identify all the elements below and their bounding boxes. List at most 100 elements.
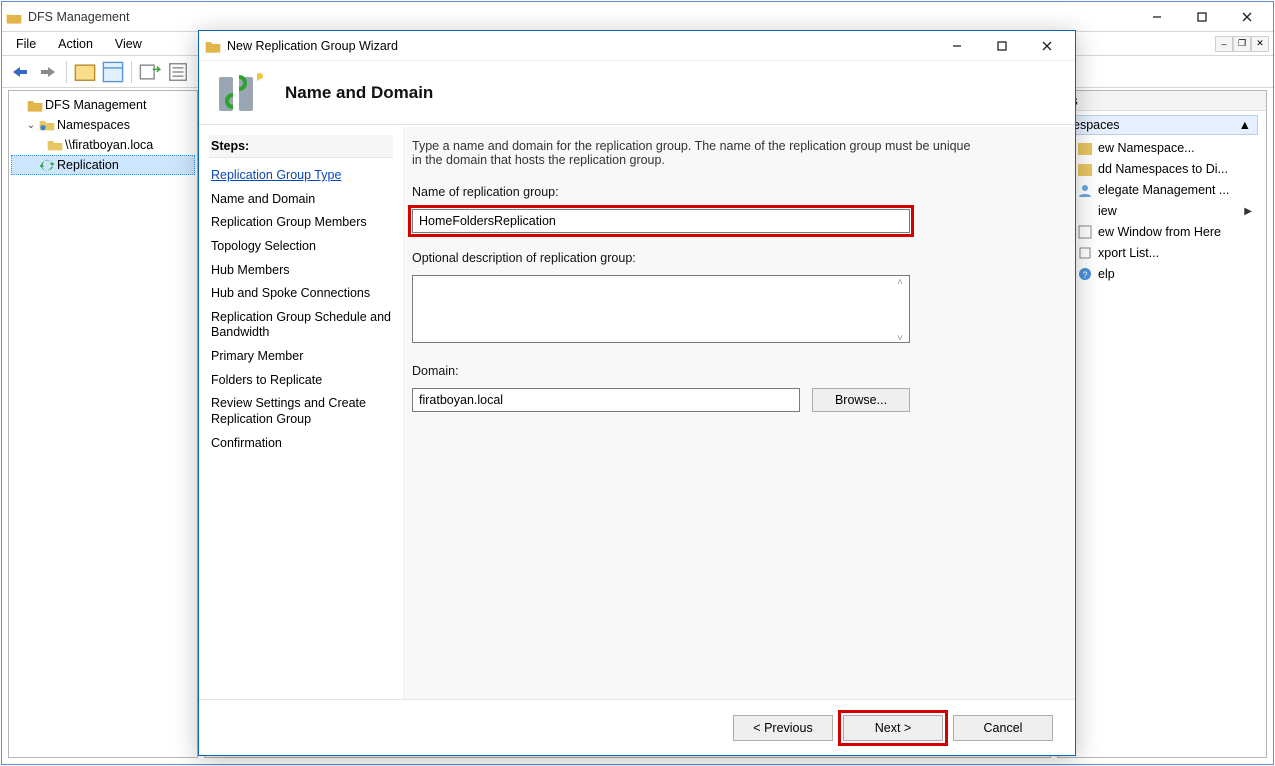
action-export-list[interactable]: xport List... [1076, 244, 1254, 262]
tree-namespaces-label: Namespaces [57, 118, 130, 132]
dfs-icon [27, 97, 43, 113]
action-new-window[interactable]: ew Window from Here [1076, 223, 1254, 241]
actions-pane: ns espaces ▲ ew Namespace... dd Namespac… [1057, 90, 1267, 758]
back-button[interactable] [8, 60, 32, 84]
collapse-icon: ▲ [1239, 118, 1251, 132]
wizard-form: Type a name and domain for the replicati… [403, 127, 1075, 699]
mdi-close[interactable]: ✕ [1251, 36, 1269, 52]
tool-btn-1[interactable] [73, 60, 97, 84]
tree-replication-label: Replication [57, 158, 119, 172]
toolbar-sep-1 [66, 61, 67, 83]
tool-btn-2[interactable] [101, 60, 125, 84]
menu-file[interactable]: File [6, 35, 46, 53]
mdi-buttons: – ❐ ✕ [1215, 36, 1269, 52]
mdi-minimize[interactable]: – [1215, 36, 1233, 52]
maximize-button[interactable] [1179, 3, 1224, 31]
action-help[interactable]: ? elp [1076, 265, 1254, 283]
actions-section-label: espaces [1073, 118, 1120, 132]
wizard-maximize-button[interactable] [979, 32, 1024, 60]
action-delegate[interactable]: elegate Management ... [1076, 181, 1254, 199]
wizard-titlebar: New Replication Group Wizard [199, 31, 1075, 61]
minimize-button[interactable] [1134, 3, 1179, 31]
user-icon [1078, 183, 1092, 197]
wizard-close-button[interactable] [1024, 32, 1069, 60]
chevron-down-icon: ⌄ [25, 120, 37, 131]
svg-text:?: ? [1082, 270, 1087, 280]
wizard-dialog: New Replication Group Wizard Name and Do… [198, 30, 1076, 756]
action-label: ew Namespace... [1098, 141, 1195, 155]
chevron-right-icon: ▶ [1244, 206, 1252, 217]
wizard-heading: Name and Domain [285, 83, 433, 103]
description-textarea[interactable] [412, 275, 910, 343]
help-icon: ? [1078, 267, 1092, 281]
action-label: elegate Management ... [1098, 183, 1229, 197]
actions-header: ns [1058, 91, 1266, 111]
wizard-window-buttons [934, 32, 1069, 60]
action-label: xport List... [1098, 246, 1159, 260]
steps-title: Steps: [209, 135, 393, 158]
action-label: dd Namespaces to Di... [1098, 162, 1228, 176]
export-icon [1078, 246, 1092, 260]
step-folders[interactable]: Folders to Replicate [209, 369, 393, 393]
step-hub-members[interactable]: Hub Members [209, 259, 393, 283]
domain-input[interactable] [412, 388, 800, 412]
wizard-body: Steps: Replication Group Type Name and D… [199, 127, 1075, 699]
tree-replication[interactable]: Replication [11, 155, 195, 175]
step-primary[interactable]: Primary Member [209, 345, 393, 369]
browse-button[interactable]: Browse... [812, 388, 910, 412]
action-add-namespaces[interactable]: dd Namespaces to Di... [1076, 160, 1254, 178]
forward-button[interactable] [36, 60, 60, 84]
namespaces-icon [39, 117, 55, 133]
wizard-header-icon [213, 67, 265, 119]
wizard-icon [205, 38, 221, 54]
replication-icon [39, 157, 55, 173]
wizard-steps: Steps: Replication Group Type Name and D… [199, 127, 403, 699]
wizard-minimize-button[interactable] [934, 32, 979, 60]
actions-list: ew Namespace... dd Namespaces to Di... e… [1066, 135, 1258, 289]
tree-namespaces[interactable]: ⌄ Namespaces [11, 115, 195, 135]
step-confirmation[interactable]: Confirmation [209, 432, 393, 456]
namespace-icon [1078, 141, 1092, 155]
tree-root[interactable]: DFS Management [11, 95, 195, 115]
label-group-name: Name of replication group: [412, 185, 1047, 199]
close-button[interactable] [1224, 3, 1269, 31]
menu-view[interactable]: View [105, 35, 152, 53]
step-schedule[interactable]: Replication Group Schedule and Bandwidth [209, 306, 393, 345]
toolbar-sep-2 [131, 61, 132, 83]
main-titlebar: DFS Management [2, 2, 1273, 32]
main-title: DFS Management [28, 10, 1128, 24]
replication-group-name-input[interactable] [412, 209, 910, 233]
step-topology[interactable]: Topology Selection [209, 235, 393, 259]
mdi-restore[interactable]: ❐ [1233, 36, 1251, 52]
main-window-buttons [1134, 3, 1269, 31]
step-hub-spoke[interactable]: Hub and Spoke Connections [209, 282, 393, 306]
actions-section-namespaces[interactable]: espaces ▲ [1066, 115, 1258, 135]
tree-namespace-item-label: \\firatboyan.loca [65, 138, 153, 152]
previous-button[interactable]: < Previous [733, 715, 833, 741]
step-name-and-domain[interactable]: Name and Domain [209, 188, 393, 212]
wizard-header: Name and Domain [199, 61, 1075, 125]
action-new-namespace[interactable]: ew Namespace... [1076, 139, 1254, 157]
tree-namespace-item[interactable]: \\firatboyan.loca [11, 135, 195, 155]
app-icon [6, 9, 22, 25]
label-description: Optional description of replication grou… [412, 251, 1047, 265]
wizard-footer: < Previous Next > Cancel [199, 699, 1075, 755]
action-label: ew Window from Here [1098, 225, 1221, 239]
namespace-item-icon [47, 137, 63, 153]
tool-btn-3[interactable] [138, 60, 162, 84]
action-label: elp [1098, 267, 1115, 281]
menu-action[interactable]: Action [48, 35, 103, 53]
tool-btn-4[interactable] [166, 60, 190, 84]
wizard-intro: Type a name and domain for the replicati… [412, 139, 972, 167]
action-view[interactable]: iew ▶ [1076, 202, 1254, 220]
wizard-title: New Replication Group Wizard [227, 39, 928, 53]
tree-pane: DFS Management ⌄ Namespaces \\firatboyan… [8, 90, 198, 758]
window-icon [1078, 225, 1092, 239]
cancel-button[interactable]: Cancel [953, 715, 1053, 741]
label-domain: Domain: [412, 364, 1047, 378]
step-members[interactable]: Replication Group Members [209, 211, 393, 235]
step-replication-group-type[interactable]: Replication Group Type [209, 164, 393, 188]
step-review[interactable]: Review Settings and Create Replication G… [209, 392, 393, 431]
next-button[interactable]: Next > [843, 715, 943, 741]
action-label: iew [1098, 204, 1238, 218]
